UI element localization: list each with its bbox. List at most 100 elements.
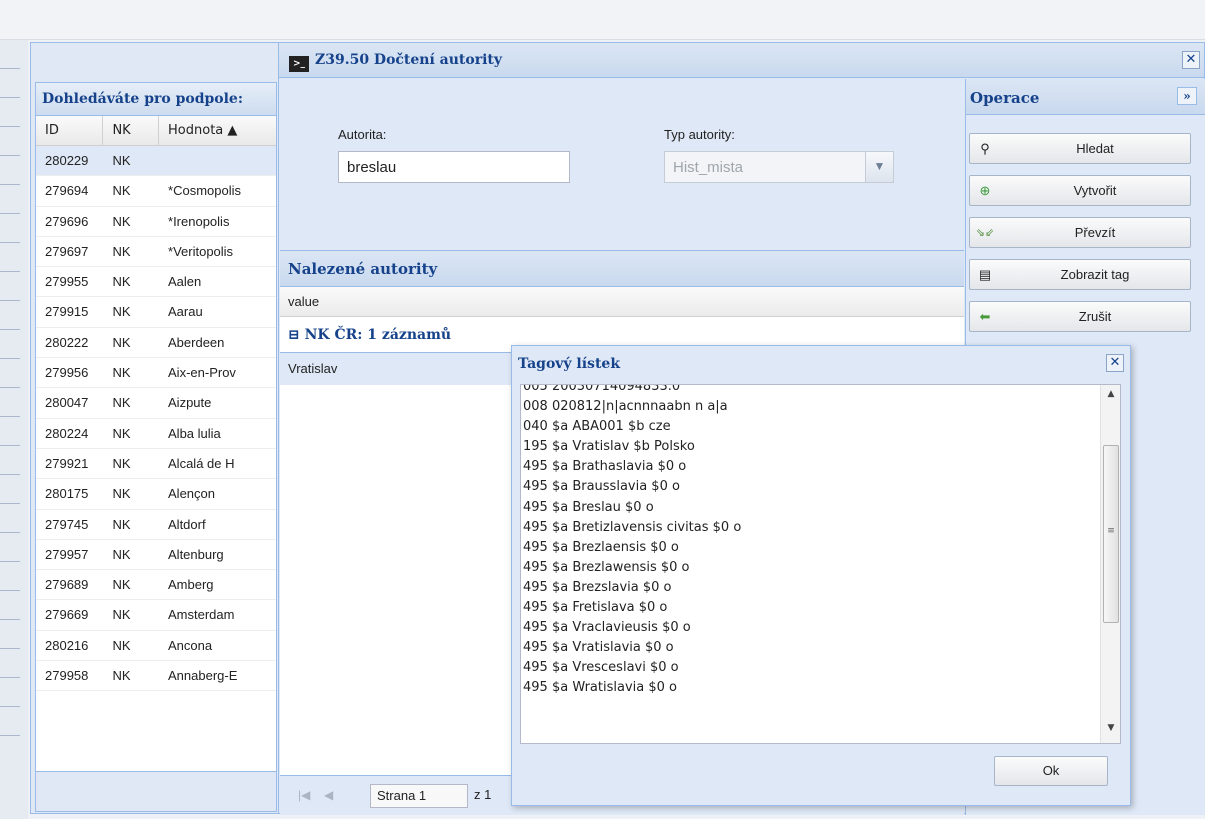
ok-button[interactable]: Ok bbox=[994, 756, 1108, 786]
search-form: Autorita: breslau Typ autority: Hist_mis… bbox=[280, 79, 962, 249]
cell-id: 280224 bbox=[45, 425, 89, 441]
table-row[interactable]: 280224 NK Alba lulia bbox=[36, 419, 276, 449]
column-header-value[interactable]: Hodnota ▲ bbox=[159, 116, 276, 145]
column-header-id[interactable]: ID bbox=[36, 116, 104, 145]
table-row[interactable]: 280047 NK Aizpute bbox=[36, 388, 276, 419]
cell-id: 279957 bbox=[45, 546, 89, 562]
tag-line: 495 $a Brezlaensis $0 o bbox=[523, 539, 679, 555]
collapse-panel-icon[interactable]: » bbox=[1177, 87, 1197, 105]
cell-value: *Irenopolis bbox=[168, 213, 230, 229]
cell-nk: NK bbox=[112, 425, 131, 441]
table-row[interactable]: 279958 NK Annaberg-E bbox=[36, 661, 276, 692]
cell-nk: NK bbox=[112, 637, 131, 653]
tag-line: 005 20030714094833.0 bbox=[523, 384, 681, 394]
cell-nk: NK bbox=[112, 486, 131, 502]
cell-id: 280047 bbox=[45, 395, 89, 411]
back-arrow-icon: ⬅ bbox=[979, 309, 991, 324]
page-count: z 1 bbox=[474, 787, 492, 802]
cell-id: 279958 bbox=[45, 668, 89, 684]
console-icon: >_ bbox=[289, 56, 309, 72]
cell-id: 280216 bbox=[45, 637, 89, 653]
zrusit-label: Zrušit bbox=[1078, 309, 1112, 324]
cell-nk: NK bbox=[112, 213, 131, 229]
table-row[interactable]: 280216 NK Ancona bbox=[36, 631, 276, 662]
tag-line: 495 $a Vraclavieusis $0 o bbox=[523, 620, 691, 636]
prevzit-button[interactable]: ⇘⇙ Převzít bbox=[969, 217, 1191, 248]
hledat-button[interactable]: ⚲ Hledat bbox=[969, 133, 1191, 164]
prevzit-label: Převzít bbox=[1074, 225, 1116, 240]
cell-nk: NK bbox=[112, 365, 131, 381]
table-row[interactable]: 279696 NK *Irenopolis bbox=[36, 207, 276, 237]
operations-header: Operace » bbox=[966, 79, 1205, 115]
scrollbar[interactable]: ▲ ≡ ▼ bbox=[1100, 385, 1120, 743]
zobrazit-tag-label: Zobrazit tag bbox=[1060, 267, 1130, 282]
cell-id: 279696 bbox=[45, 213, 89, 229]
grid-title: Dohledáváte pro podpole: bbox=[36, 83, 276, 116]
scroll-thumb[interactable]: ≡ bbox=[1103, 445, 1119, 623]
column-header-nk[interactable]: NK bbox=[103, 116, 160, 145]
window-close-button[interactable]: ✕ bbox=[1182, 51, 1200, 69]
table-row[interactable]: 279957 NK Altenburg bbox=[36, 540, 276, 571]
table-row[interactable]: 279956 NK Aix-en-Prov bbox=[36, 358, 276, 389]
scroll-down-icon[interactable]: ▼ bbox=[1101, 723, 1120, 741]
scroll-up-icon[interactable]: ▲ bbox=[1101, 389, 1120, 407]
column-header-value-found[interactable]: value bbox=[280, 287, 964, 317]
table-row[interactable]: 279921 NK Alcalá de H bbox=[36, 449, 276, 480]
cell-nk: NK bbox=[112, 334, 131, 350]
table-row[interactable]: 279669 NK Amsterdam bbox=[36, 600, 276, 631]
table-row[interactable]: 279694 NK *Cosmopolis bbox=[36, 176, 276, 207]
cell-nk: NK bbox=[112, 304, 131, 320]
group-label: NK ČR: 1 záznamů bbox=[304, 327, 452, 343]
tag-line: 495 $a Brausslavia $0 o bbox=[523, 479, 680, 495]
cell-id: 280229 bbox=[45, 153, 89, 168]
table-row[interactable]: 279955 NK Aalen bbox=[36, 267, 276, 298]
tag-line: 495 $a Vresceslavi $0 o bbox=[523, 660, 679, 676]
typ-autority-label: Typ autority: bbox=[664, 127, 735, 142]
cell-id: 279955 bbox=[45, 274, 89, 290]
cell-value: Ancona bbox=[168, 637, 213, 653]
tag-dialog-close-button[interactable]: ✕ bbox=[1106, 354, 1124, 372]
cell-value: Amsterdam bbox=[168, 607, 235, 623]
tag-line: 495 $a Breslau $0 o bbox=[523, 499, 654, 515]
tag-dialog-title: Tagový lístek bbox=[518, 356, 621, 372]
table-row[interactable]: 279745 NK Altdorf bbox=[36, 510, 276, 540]
cell-nk: NK bbox=[112, 577, 131, 593]
table-row[interactable]: 280229 NK bbox=[36, 146, 276, 177]
first-page-icon[interactable]: |◀ bbox=[298, 788, 310, 802]
table-row[interactable]: 279915 NK Aarau bbox=[36, 297, 276, 328]
tag-line: 495 $a Brathaslavia $0 o bbox=[523, 459, 687, 475]
table-row[interactable]: 280222 NK Aberdeen bbox=[36, 328, 276, 359]
cell-nk: NK bbox=[112, 395, 131, 411]
cell-nk: NK bbox=[112, 546, 131, 562]
cell-value bbox=[159, 146, 276, 175]
cell-id: 279915 bbox=[45, 304, 89, 320]
cell-nk: NK bbox=[112, 516, 131, 532]
cell-value: Annaberg-E bbox=[168, 668, 238, 684]
collapse-icon[interactable]: ⊟ bbox=[288, 327, 300, 343]
prev-page-icon[interactable]: ◀ bbox=[324, 788, 333, 802]
cell-value: Aarau bbox=[168, 304, 203, 320]
tag-line: 495 $a Brezlawensis $0 o bbox=[523, 559, 690, 575]
zobrazit-tag-button[interactable]: ▤ Zobrazit tag bbox=[969, 259, 1191, 290]
autorita-input[interactable]: breslau bbox=[338, 151, 570, 183]
cell-nk: NK bbox=[112, 183, 131, 199]
table-row[interactable]: 279697 NK *Veritopolis bbox=[36, 237, 276, 268]
zrusit-button[interactable]: ⬅ Zrušit bbox=[969, 301, 1191, 332]
cell-id: 279745 bbox=[45, 516, 89, 532]
tag-textarea[interactable]: 005 20030714094833.0 008 020812|n|acnnnaa… bbox=[520, 384, 1121, 744]
chevron-down-icon[interactable]: ▼ bbox=[865, 152, 893, 182]
cell-value: *Cosmopolis bbox=[168, 183, 241, 199]
cell-value: Alba lulia bbox=[168, 425, 221, 441]
vytvorit-button[interactable]: ⊕ Vytvořit bbox=[969, 175, 1191, 206]
tag-line: 195 $a Vratislav $b Polsko bbox=[523, 439, 695, 455]
vytvorit-label: Vytvořit bbox=[1073, 183, 1117, 198]
cell-id: 279669 bbox=[45, 607, 89, 623]
typ-autority-value: Hist_mista bbox=[673, 159, 744, 176]
cell-nk: NK bbox=[112, 455, 131, 471]
add-icon: ⊕ bbox=[979, 183, 991, 198]
page-input[interactable]: Strana 1 bbox=[370, 784, 468, 808]
typ-autority-select[interactable]: Hist_mista ▼ bbox=[664, 151, 894, 183]
cell-value: Aix-en-Prov bbox=[168, 365, 236, 381]
table-row[interactable]: 279689 NK Amberg bbox=[36, 570, 276, 601]
table-row[interactable]: 280175 NK Alençon bbox=[36, 479, 276, 510]
